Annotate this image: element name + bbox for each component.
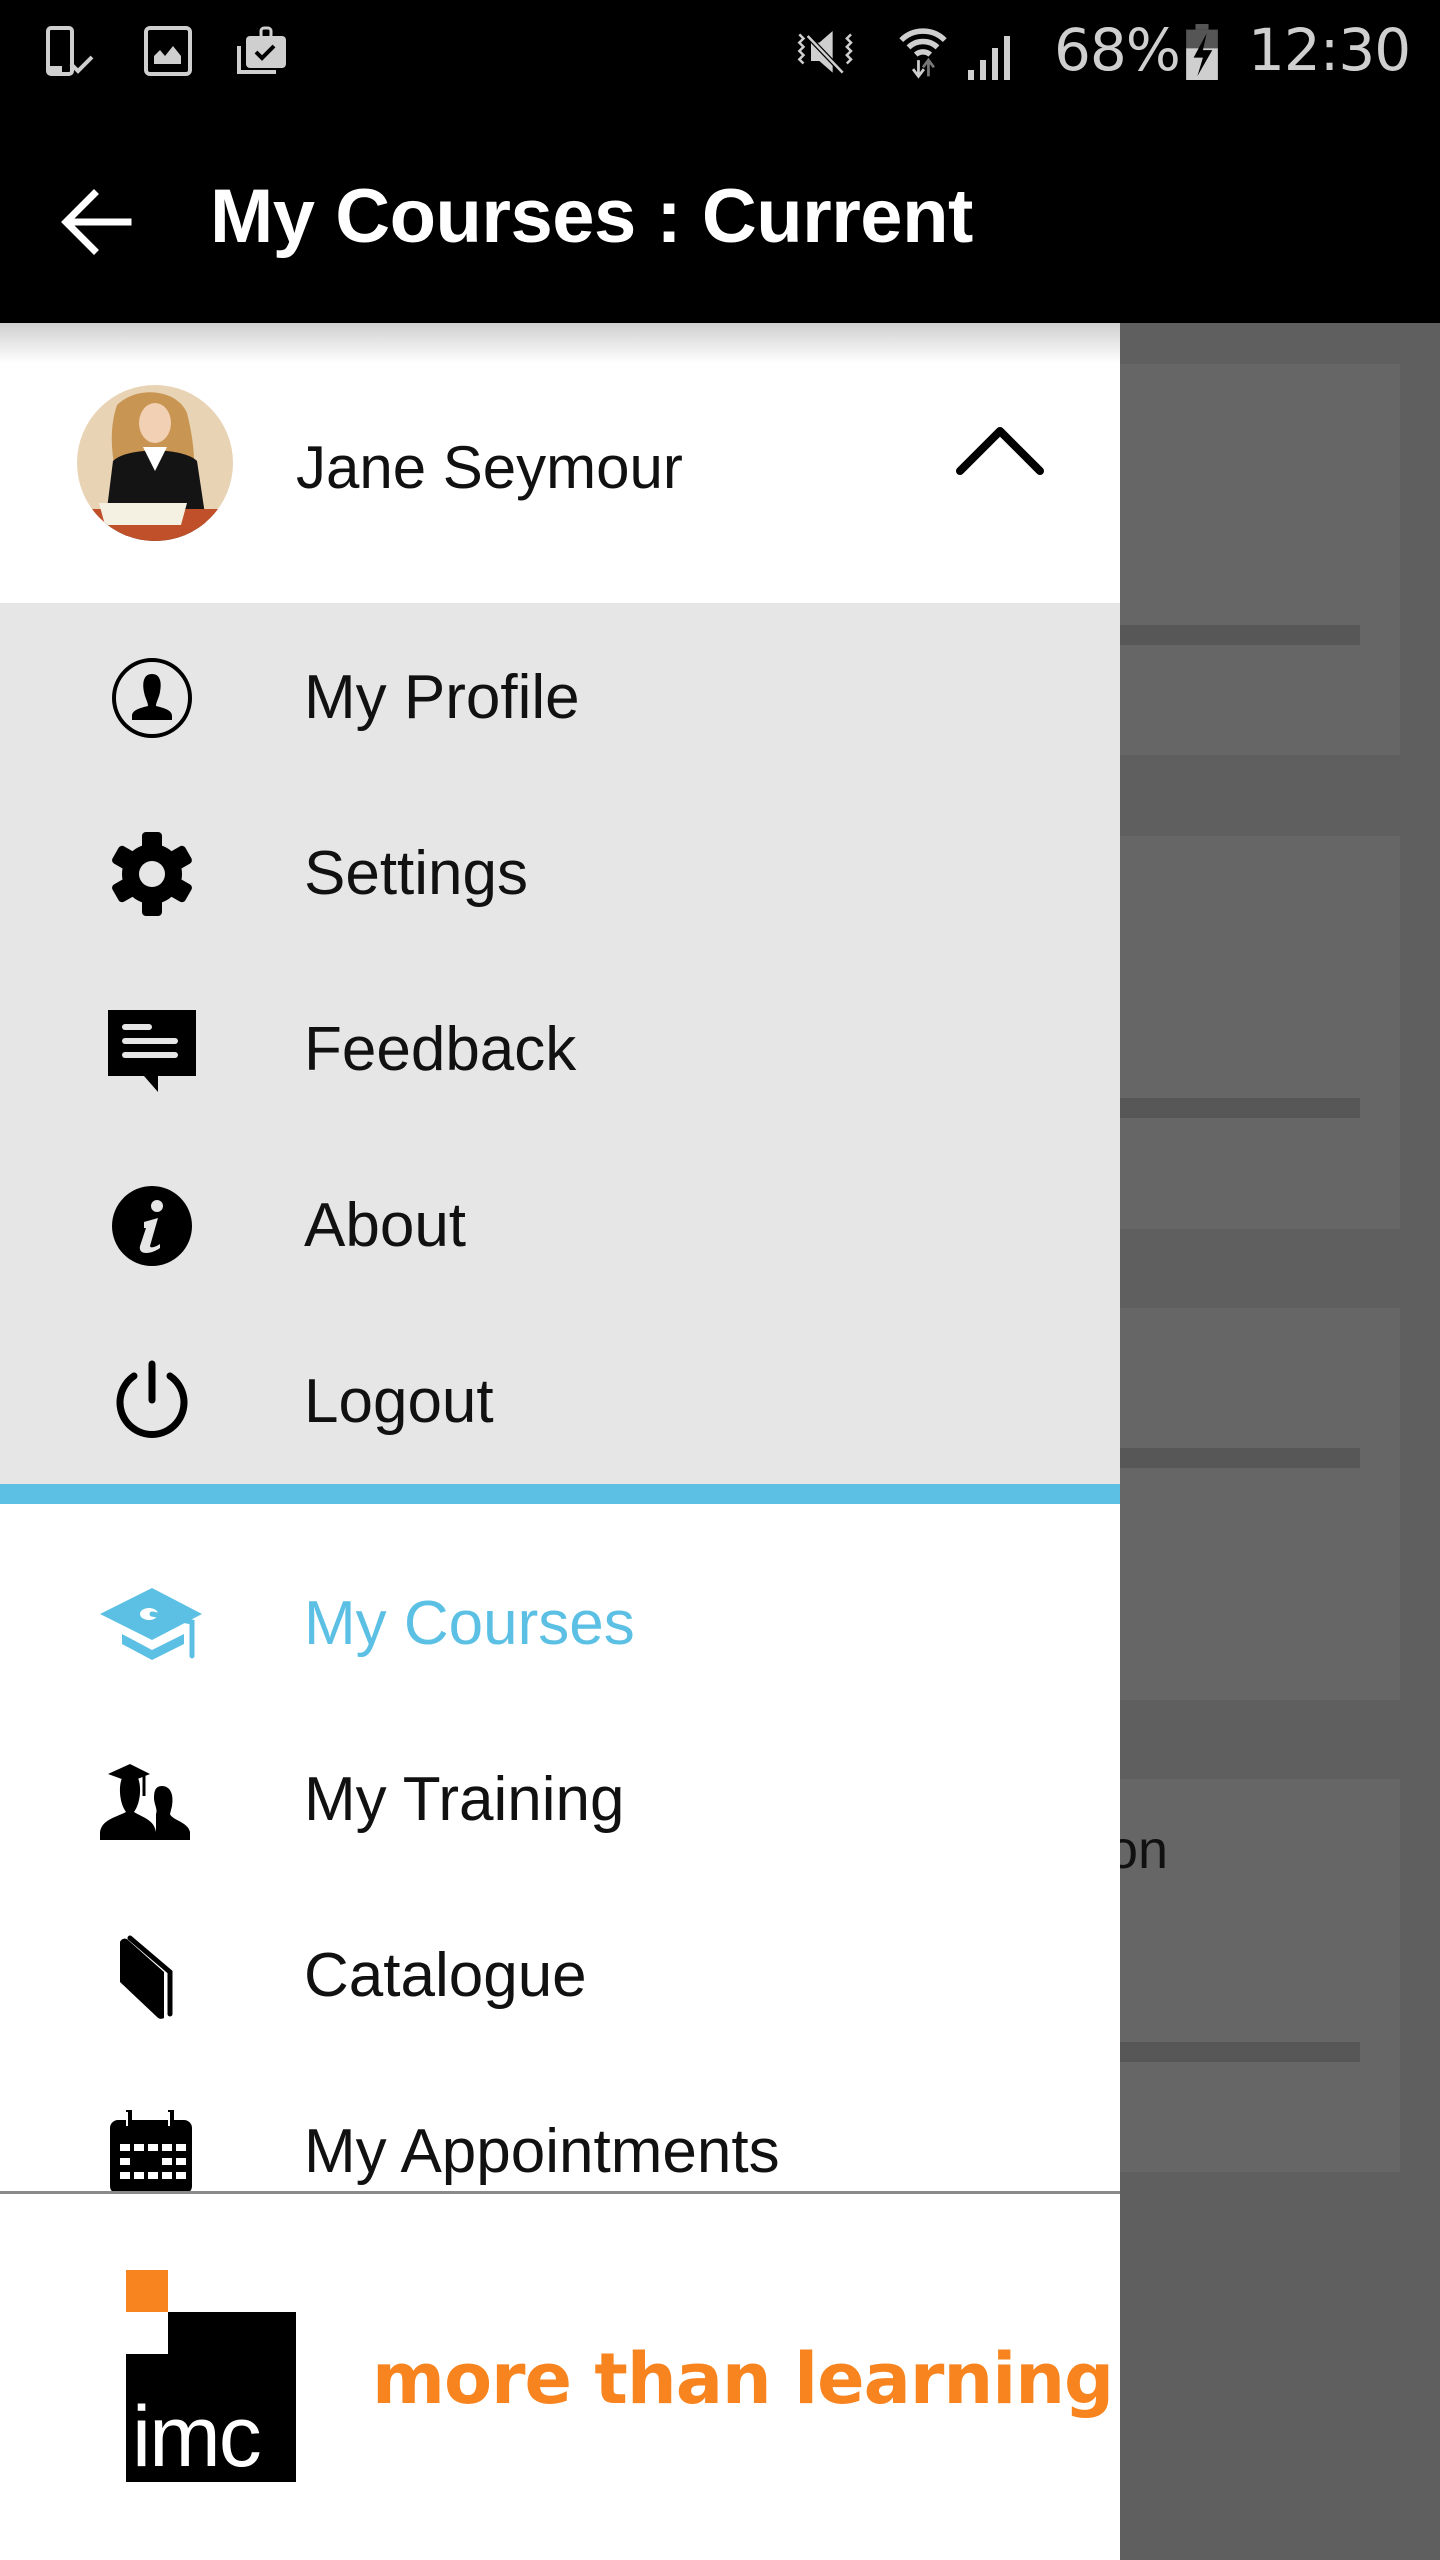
progress-bar	[1120, 1098, 1360, 1118]
nav-item-my-training[interactable]: My Training	[0, 1708, 1120, 1884]
menu-label: My Appointments	[304, 2117, 780, 2186]
account-circle-icon	[112, 658, 192, 738]
imc-logo: imc	[126, 2270, 296, 2485]
menu-label: My Courses	[304, 1589, 635, 1658]
user-name: Jane Seymour	[296, 434, 683, 501]
chevron-up-icon[interactable]	[950, 419, 1050, 479]
toolbar-shadow	[0, 323, 1120, 363]
menu-item-logout[interactable]: Logout	[0, 1310, 1120, 1486]
nav-item-my-appointments[interactable]: My Appointments	[0, 2060, 1120, 2191]
page-title: My Courses : Current	[210, 174, 973, 259]
graduation-cap-icon	[100, 1588, 202, 1660]
calendar-icon	[110, 2110, 192, 2191]
main-nav-menu: My Courses My Training Catalogue My Appo…	[0, 1504, 1120, 2191]
progress-bar	[1120, 2042, 1360, 2062]
account-menu: My Profile Settings Feedback About Logou…	[0, 603, 1120, 1484]
back-button[interactable]	[52, 180, 136, 264]
menu-item-my-profile[interactable]: My Profile	[0, 606, 1120, 782]
wifi-icon	[899, 28, 947, 79]
section-divider-accent	[0, 1484, 1120, 1504]
nav-item-my-courses[interactable]: My Courses	[0, 1532, 1120, 1708]
course-card	[1120, 364, 1400, 755]
account-header[interactable]: Jane Seymour	[0, 323, 1120, 603]
nav-item-catalogue[interactable]: Catalogue	[0, 1884, 1120, 2060]
menu-label: Logout	[304, 1367, 494, 1436]
menu-label: Feedback	[304, 1015, 577, 1084]
navigation-drawer: Jane Seymour My Profile Settings Feedbac…	[0, 323, 1120, 2560]
vibrate-mute-icon	[797, 31, 853, 75]
signal-icon	[968, 36, 1010, 80]
progress-bar	[1120, 1448, 1360, 1468]
phone-check-icon	[46, 26, 94, 76]
menu-label: My Profile	[304, 663, 580, 732]
gear-icon	[112, 832, 192, 916]
menu-item-about[interactable]: About	[0, 1134, 1120, 1310]
menu-label: About	[304, 1191, 467, 1260]
menu-item-settings[interactable]: Settings	[0, 782, 1120, 958]
app-toolbar: My Courses : Current	[0, 105, 1440, 323]
progress-bar	[1120, 625, 1360, 645]
status-bar: 68% 12:30	[0, 0, 1440, 105]
image-icon	[144, 26, 192, 76]
training-group-icon	[100, 1764, 190, 1840]
avatar	[77, 385, 233, 541]
brand-tagline: more than learning	[372, 2338, 1114, 2420]
arrow-left-icon	[61, 189, 132, 255]
menu-label: My Training	[304, 1765, 625, 1834]
clock: 12:30	[1248, 16, 1411, 84]
drawer-footer: imc more than learning	[0, 2194, 1120, 2560]
feedback-icon	[108, 1010, 196, 1092]
course-card	[1120, 1308, 1400, 1700]
menu-item-feedback[interactable]: Feedback	[0, 958, 1120, 1134]
info-icon	[112, 1186, 192, 1266]
logo-text: imc	[132, 2389, 260, 2482]
battery-charging-icon	[1186, 24, 1218, 80]
power-icon	[116, 1360, 188, 1438]
battery-percent: 68%	[1054, 16, 1181, 84]
book-icon	[120, 1935, 173, 2019]
course-card	[1120, 836, 1400, 1229]
menu-label: Catalogue	[304, 1941, 587, 2010]
menu-label: Settings	[304, 839, 529, 908]
briefcase-check-icon	[237, 26, 286, 74]
